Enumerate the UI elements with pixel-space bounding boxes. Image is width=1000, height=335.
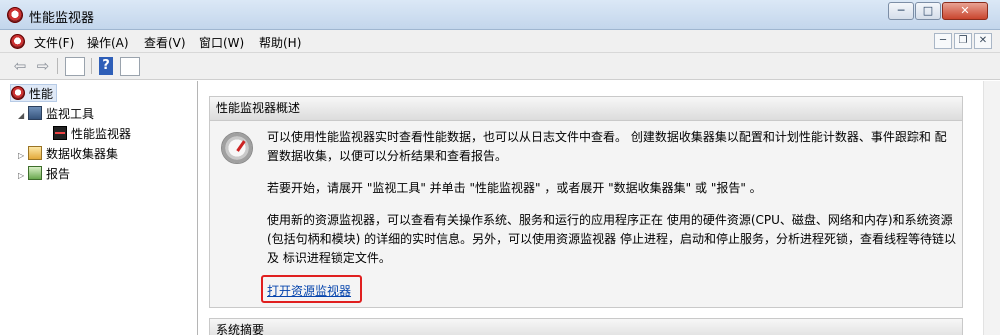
menu-help[interactable]: 帮助(H): [259, 34, 301, 51]
console-tree: 性能 ◢ 监视工具 性能监视器 ▷ 数据收集器集 ▷ 报告: [0, 81, 198, 335]
help-icon[interactable]: ?: [99, 57, 113, 75]
main-pane: 性能监视器概述 可以使用性能监视器实时查看性能数据，也可以从日志文件中查看。 创…: [199, 81, 1000, 335]
mdi-restore-button[interactable]: ❐: [954, 33, 972, 49]
tree-item-label: 数据收集器集: [46, 147, 119, 161]
tree-item-data-collector-sets[interactable]: ▷ 数据收集器集: [18, 145, 118, 163]
system-summary-title[interactable]: 系统摘要: [209, 318, 963, 335]
tree-item-performance[interactable]: 性能: [10, 84, 58, 102]
show-hide-action-pane-icon[interactable]: [120, 57, 140, 76]
window-title: 性能监视器: [29, 11, 95, 26]
menu-view[interactable]: 查看(V): [144, 34, 186, 51]
toolbar-separator: [57, 58, 58, 74]
maximize-button[interactable]: □: [915, 2, 941, 20]
menu-bar: 文件(F) 操作(A) 查看(V) 窗口(W) 帮助(H) ─ ❐ ✕: [0, 30, 1000, 53]
mdi-minimize-button[interactable]: ─: [934, 33, 952, 49]
tree-item-label: 报告: [46, 167, 71, 181]
overview-paragraph-3: 使用新的资源监视器，可以查看有关操作系统、服务和运行的应用程序正在 使用的硬件资…: [267, 213, 956, 265]
tree-item-performance-monitor[interactable]: 性能监视器: [53, 125, 131, 143]
expand-arrow-icon[interactable]: ▷: [18, 167, 28, 185]
overview-title[interactable]: 性能监视器概述: [210, 97, 962, 121]
performance-monitor-app-icon[interactable]: [7, 7, 23, 23]
report-icon: [28, 166, 42, 180]
back-arrow-icon[interactable]: ⇦: [11, 57, 29, 75]
menu-action[interactable]: 操作(A): [87, 34, 129, 51]
menu-window[interactable]: 窗口(W): [199, 34, 244, 51]
performance-icon: [11, 86, 25, 100]
show-hide-console-tree-icon[interactable]: [65, 57, 85, 76]
close-button[interactable]: ✕: [942, 2, 988, 20]
expand-arrow-icon[interactable]: ▷: [18, 147, 28, 165]
mdi-close-button[interactable]: ✕: [974, 33, 992, 49]
performance-gauge-icon: [221, 132, 253, 164]
data-collector-icon: [28, 146, 42, 160]
tree-item-label: 性能: [29, 87, 54, 101]
monitor-icon: [53, 126, 67, 140]
open-resource-monitor-link[interactable]: 打开资源监视器: [267, 282, 351, 299]
forward-arrow-icon[interactable]: ⇨: [34, 57, 52, 75]
vertical-scrollbar[interactable]: [983, 81, 1000, 335]
overview-panel: 性能监视器概述 可以使用性能监视器实时查看性能数据，也可以从日志文件中查看。 创…: [209, 96, 963, 308]
tree-item-label: 性能监视器: [71, 127, 132, 141]
toolbar-separator: [91, 58, 92, 74]
tree-item-reports[interactable]: ▷ 报告: [18, 165, 70, 183]
tree-item-label: 监视工具: [46, 107, 95, 121]
tree-item-monitoring-tools[interactable]: ◢ 监视工具: [18, 105, 94, 123]
collapse-arrow-icon[interactable]: ◢: [18, 107, 28, 125]
minimize-button[interactable]: ─: [888, 2, 914, 20]
overview-paragraph-1: 可以使用性能监视器实时查看性能数据，也可以从日志文件中查看。 创建数据收集器集以…: [267, 130, 947, 163]
tools-icon: [28, 106, 42, 120]
overview-paragraph-2: 若要开始，请展开 "监视工具" 并单击 "性能监视器" ，或者展开 "数据收集器…: [267, 181, 762, 195]
menu-file[interactable]: 文件(F): [34, 34, 74, 51]
console-icon[interactable]: [10, 34, 25, 49]
toolbar: ⇦ ⇨ ?: [0, 53, 1000, 80]
title-bar: 性能监视器 ─ □ ✕: [0, 0, 1000, 30]
